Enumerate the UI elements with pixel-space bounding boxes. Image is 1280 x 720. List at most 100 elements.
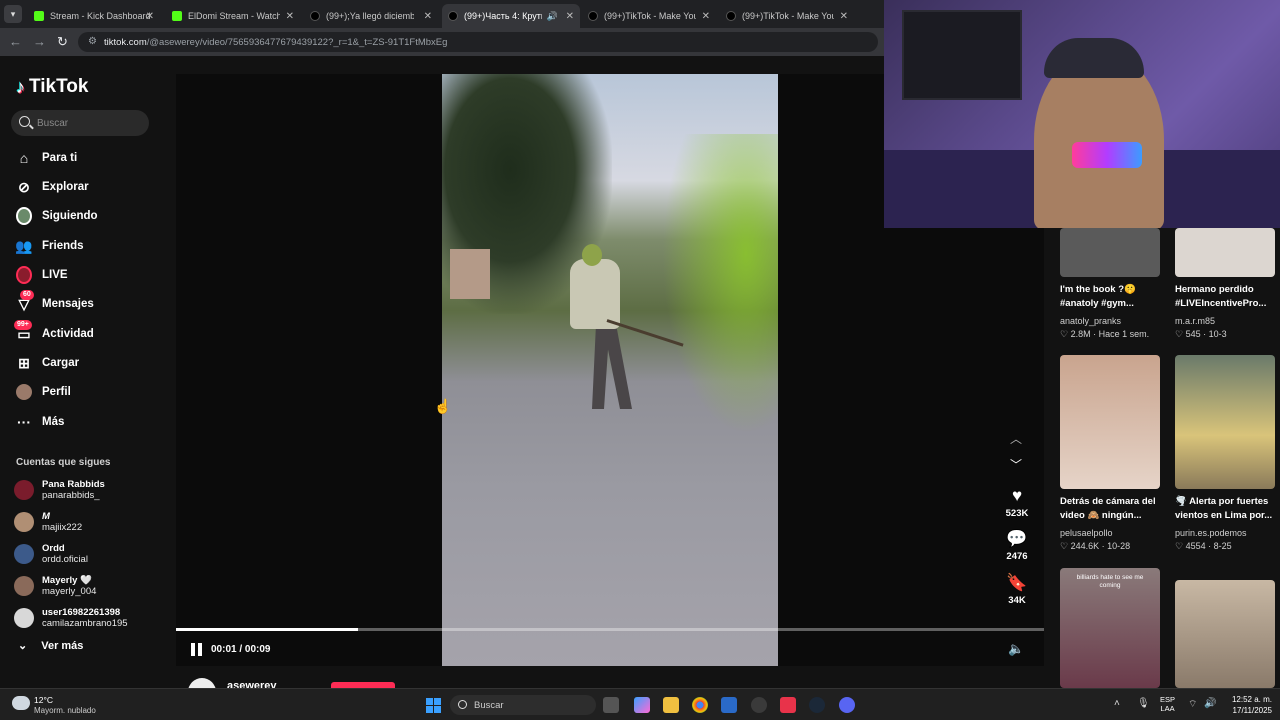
weather-description[interactable]: Mayorm. nublado bbox=[34, 706, 96, 715]
browser-tab[interactable]: (99+)TikTok - Make Your ✕ bbox=[582, 4, 716, 28]
close-tab-icon[interactable]: ✕ bbox=[702, 11, 710, 22]
video-title[interactable]: I'm the book ?🤫 #anatoly #gym... bbox=[1060, 283, 1168, 311]
browser-tab-active[interactable]: (99+)Часть 4: Крутые 🔊 ✕ bbox=[442, 4, 580, 28]
video-author[interactable]: purin.es.podemos bbox=[1175, 528, 1247, 538]
tab-search-icon[interactable]: ▾ bbox=[4, 5, 22, 23]
avatar bbox=[14, 480, 34, 500]
tiktok-logo[interactable]: ♪ TikTok bbox=[16, 76, 88, 98]
video-title[interactable]: Detrás de cámara del video 🙈 ningún... bbox=[1060, 495, 1168, 523]
webcam-rgb-microphone bbox=[1072, 142, 1142, 168]
video-thumbnail[interactable]: billiards hate to see me coming bbox=[1060, 568, 1160, 688]
sidebar-item-friends[interactable]: 👥 Friends bbox=[15, 235, 83, 257]
video-thumbnail[interactable] bbox=[1175, 355, 1275, 489]
author-name[interactable]: asewerey bbox=[227, 680, 277, 688]
following-account[interactable]: Mayerly 🤍 mayerly_004 bbox=[14, 572, 96, 600]
following-avatar-icon bbox=[16, 207, 32, 225]
discord-icon[interactable] bbox=[839, 697, 855, 713]
video-stats: ♡ 545 · 10-3 bbox=[1175, 329, 1227, 339]
browser-tab[interactable]: Stream - Kick Dashboard ✕ bbox=[28, 4, 160, 28]
sidebar-item-live[interactable]: LIVE bbox=[16, 264, 68, 286]
close-tab-icon[interactable]: ✕ bbox=[286, 11, 294, 22]
video-author[interactable]: m.a.r.m85 bbox=[1175, 316, 1215, 326]
close-tab-icon[interactable]: ✕ bbox=[424, 11, 432, 22]
search-icon bbox=[458, 700, 467, 709]
see-more-button[interactable]: ⌄ Ver más bbox=[18, 639, 83, 653]
task-view-icon[interactable] bbox=[603, 697, 619, 713]
video-frame[interactable] bbox=[442, 74, 778, 666]
close-tab-icon[interactable]: ✕ bbox=[566, 11, 574, 22]
sidebar-item-cargar[interactable]: ⊞ Cargar bbox=[16, 352, 79, 374]
video-author[interactable]: pelusaelpollo bbox=[1060, 528, 1113, 538]
browser-tab[interactable]: (99+);Ya llegó diciembre! ✕ bbox=[304, 4, 438, 28]
wifi-icon[interactable]: ⌔ bbox=[1188, 698, 1197, 711]
like-button[interactable]: ♥ 523K bbox=[997, 486, 1037, 519]
video-title[interactable]: 🌪️ Alerta por fuertes vientos en Lima po… bbox=[1175, 495, 1280, 523]
url-field[interactable]: ⚙ tiktok.com/@asewerey/video/75659364776… bbox=[78, 32, 878, 52]
heart-icon: ♥ bbox=[1011, 486, 1023, 505]
store-icon[interactable] bbox=[721, 697, 737, 713]
following-account[interactable]: Mmajiix222 bbox=[14, 508, 82, 536]
following-account[interactable]: user16982261398 camilazambrano195 bbox=[14, 604, 128, 632]
sidebar-item-siguiendo[interactable]: Siguiendo bbox=[16, 205, 98, 227]
site-settings-icon[interactable]: ⚙ bbox=[88, 36, 97, 47]
author-avatar[interactable] bbox=[188, 678, 216, 688]
tray-overflow-icon[interactable]: ˄ bbox=[1114, 698, 1120, 709]
sidebar-item-actividad[interactable]: ▭ 99+ Actividad bbox=[14, 320, 94, 345]
back-icon[interactable]: ← bbox=[9, 34, 22, 49]
pause-icon[interactable] bbox=[191, 643, 203, 656]
microphone-icon[interactable]: 🎙 bbox=[1137, 698, 1150, 709]
kick-favicon-icon bbox=[172, 11, 182, 21]
browser-tab[interactable]: ElDomi Stream - Watch Li ✕ bbox=[166, 4, 300, 28]
speaker-icon[interactable]: 🔊 bbox=[1204, 698, 1216, 709]
video-thumbnail[interactable] bbox=[1175, 228, 1275, 277]
sidebar-item-explorar[interactable]: ⊘ Explorar bbox=[16, 176, 89, 198]
windows-start-icon[interactable] bbox=[426, 698, 441, 713]
video-progress-bar[interactable] bbox=[176, 628, 1044, 631]
chrome-icon[interactable] bbox=[692, 697, 708, 713]
next-video-icon[interactable]: ﹀ bbox=[1010, 456, 1022, 473]
avatar bbox=[14, 544, 34, 564]
video-time: 00:01 / 00:09 bbox=[211, 644, 271, 655]
video-thumbnail[interactable] bbox=[1175, 580, 1275, 688]
copilot-icon[interactable] bbox=[634, 697, 650, 713]
obs-icon[interactable] bbox=[751, 697, 767, 713]
comment-icon: 💬 bbox=[1006, 529, 1028, 548]
steam-icon[interactable] bbox=[809, 697, 825, 713]
audio-playing-icon[interactable]: 🔊 bbox=[547, 11, 558, 22]
app-x-icon[interactable] bbox=[780, 697, 796, 713]
close-tab-icon[interactable]: ✕ bbox=[840, 11, 848, 22]
weather-cloud-icon[interactable] bbox=[12, 696, 30, 710]
video-scene-person bbox=[570, 259, 620, 329]
sidebar-item-perfil[interactable]: Perfil bbox=[16, 381, 71, 403]
reload-icon[interactable]: ↻ bbox=[57, 34, 68, 50]
clock[interactable]: 12:52 a. m. 17/11/2025 bbox=[1226, 694, 1272, 716]
following-account[interactable]: Pana Rabbids panarabbids_ bbox=[14, 476, 105, 504]
file-explorer-icon[interactable] bbox=[663, 697, 679, 713]
previous-video-icon[interactable]: ︿ bbox=[1010, 430, 1022, 447]
live-icon bbox=[16, 266, 32, 284]
save-button[interactable]: 🔖 34K bbox=[997, 573, 1037, 606]
forward-icon[interactable]: → bbox=[33, 34, 46, 49]
sidebar: ♪ TikTok Buscar ⌂ Para ti ⊘ Explorar Sig… bbox=[0, 56, 168, 688]
sidebar-item-mensajes[interactable]: ▽ 60 Mensajes bbox=[16, 290, 94, 315]
webcam-monitor bbox=[902, 10, 1022, 100]
comment-button[interactable]: 💬 2476 bbox=[997, 529, 1037, 562]
video-thumbnail[interactable] bbox=[1060, 228, 1160, 277]
video-title[interactable]: Hermano perdido #LIVEIncentivePro... bbox=[1175, 283, 1280, 311]
search-input[interactable]: Buscar bbox=[11, 110, 149, 136]
chevron-down-icon: ⌄ bbox=[18, 640, 28, 652]
sidebar-item-para-ti[interactable]: ⌂ Para ti bbox=[16, 147, 77, 169]
weather-temperature[interactable]: 12°C bbox=[34, 695, 53, 705]
following-account[interactable]: Ordd ordd.oficial bbox=[14, 540, 88, 568]
video-author[interactable]: anatoly_pranks bbox=[1060, 316, 1121, 326]
taskbar-search[interactable]: Buscar bbox=[450, 695, 596, 715]
sidebar-item-mas[interactable]: ··· Más bbox=[16, 411, 64, 433]
video-thumbnail[interactable] bbox=[1060, 355, 1160, 489]
close-tab-icon[interactable]: ✕ bbox=[146, 11, 154, 22]
browser-tab[interactable]: (99+)TikTok - Make Your ✕ bbox=[720, 4, 854, 28]
volume-icon[interactable]: 🔈 bbox=[1008, 641, 1024, 657]
activity-icon: ▭ 99+ bbox=[14, 320, 32, 342]
language-indicator[interactable]: ESP LAA bbox=[1160, 695, 1175, 713]
messages-icon: ▽ 60 bbox=[16, 290, 34, 312]
video-progress-fill bbox=[176, 628, 359, 631]
